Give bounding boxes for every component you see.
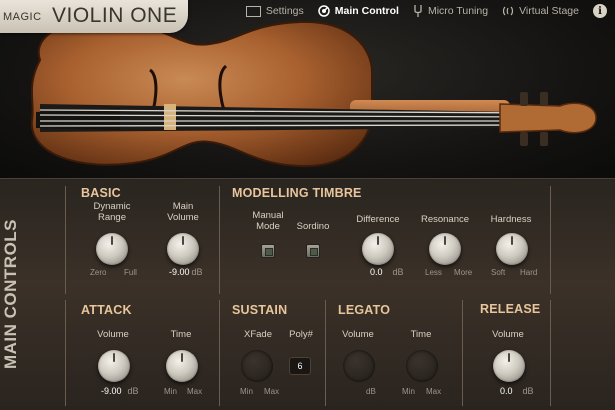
hardness-min: Soft xyxy=(491,268,506,277)
attack-title: ATTACK xyxy=(81,303,132,317)
legato-time-max: Max xyxy=(426,387,442,396)
release-volume-unit: dB xyxy=(522,386,534,396)
legato-time-knob[interactable] xyxy=(406,350,438,382)
dynamic-range-label: Dynamic Range xyxy=(93,201,131,223)
sordino-toggle[interactable] xyxy=(306,244,320,258)
sustain-title: SUSTAIN xyxy=(232,303,288,317)
separator xyxy=(65,300,66,406)
difference-label: Difference xyxy=(356,214,400,225)
dynamic-range-min: Zero xyxy=(90,268,107,277)
hardness-max: Hard xyxy=(520,268,538,277)
main-controls-side-label: MAIN CONTROLS xyxy=(0,178,22,410)
separator xyxy=(65,186,66,294)
xfade-max: Max xyxy=(264,387,280,396)
top-navigation: Settings Main Control Micro Tuning Virtu… xyxy=(232,0,615,22)
manual-mode-toggle[interactable] xyxy=(261,244,275,258)
dynamic-range-max: Full xyxy=(124,268,137,277)
attack-time-max: Max xyxy=(187,387,203,396)
nav-settings[interactable]: Settings xyxy=(245,5,304,17)
separator xyxy=(219,186,220,294)
attack-volume-value: -9.00 dB xyxy=(101,386,139,396)
main-volume-label: Main Volume xyxy=(167,201,199,223)
xfade-min: Min xyxy=(240,387,253,396)
logo-magic-text: MAGIC xyxy=(3,11,42,23)
sordino-label: Sordino xyxy=(296,221,330,232)
tuning-fork-icon xyxy=(414,5,422,17)
nav-micro-tuning[interactable]: Micro Tuning xyxy=(413,5,488,17)
poly-label: Poly# xyxy=(289,329,313,340)
main-control-icon xyxy=(318,5,330,17)
nav-main-control-label: Main Control xyxy=(334,5,399,17)
release-volume-knob[interactable] xyxy=(493,350,525,382)
main-volume-unit: dB xyxy=(191,267,203,277)
nav-virtual-stage[interactable]: Virtual Stage xyxy=(502,5,579,17)
main-controls-label: MAIN CONTROLS xyxy=(1,218,21,370)
separator xyxy=(550,300,551,406)
attack-volume-label: Volume xyxy=(97,329,129,340)
modelling-timbre-title: MODELLING TIMBRE xyxy=(232,186,362,200)
hardness-label: Hardness xyxy=(490,214,532,225)
release-volume-label: Volume xyxy=(492,329,524,340)
hardness-knob[interactable] xyxy=(496,233,528,265)
legato-time-min: Min xyxy=(402,387,415,396)
xfade-knob[interactable] xyxy=(241,350,273,382)
release-volume-value: 0.0 dB xyxy=(500,386,534,396)
resonance-min: Less xyxy=(425,268,442,277)
app-logo: MAGIC VIOLIN ONE xyxy=(0,0,188,33)
dynamic-range-knob[interactable] xyxy=(96,233,128,265)
main-volume-knob[interactable] xyxy=(167,233,199,265)
difference-knob[interactable] xyxy=(362,233,394,265)
legato-volume-unit: dB xyxy=(366,387,376,396)
nav-settings-label: Settings xyxy=(265,5,304,17)
release-volume-number: 0.0 xyxy=(500,386,513,396)
legato-time-label: Time xyxy=(410,329,432,340)
attack-volume-knob[interactable] xyxy=(98,350,130,382)
separator xyxy=(325,300,326,406)
legato-volume-label: Volume xyxy=(342,329,374,340)
logo-product-name: VIOLIN ONE xyxy=(52,4,178,27)
nav-micro-tuning-label: Micro Tuning xyxy=(427,5,489,17)
separator xyxy=(462,300,463,406)
main-volume-value: -9.00 dB xyxy=(169,267,203,277)
resonance-knob[interactable] xyxy=(429,233,461,265)
basic-title: BASIC xyxy=(81,186,121,200)
legato-volume-knob[interactable] xyxy=(343,350,375,382)
info-icon[interactable]: i xyxy=(593,4,607,18)
separator xyxy=(550,186,551,294)
separator xyxy=(219,300,220,406)
poly-count-field[interactable]: 6 xyxy=(289,357,311,375)
difference-unit: dB xyxy=(392,267,404,277)
main-volume-number: -9.00 xyxy=(169,267,190,277)
legato-title: LEGATO xyxy=(338,303,391,317)
attack-volume-unit: dB xyxy=(127,386,139,396)
manual-mode-label: Manual Mode xyxy=(252,210,284,232)
attack-volume-number: -9.00 xyxy=(101,386,122,396)
resonance-max: More xyxy=(454,268,473,277)
attack-time-min: Min xyxy=(164,387,177,396)
attack-time-label: Time xyxy=(170,329,192,340)
sound-waves-icon xyxy=(502,6,514,16)
resonance-label: Resonance xyxy=(420,214,470,225)
attack-time-knob[interactable] xyxy=(166,350,198,382)
xfade-label: XFade xyxy=(244,329,272,340)
nav-main-control[interactable]: Main Control xyxy=(318,5,399,17)
nav-virtual-stage-label: Virtual Stage xyxy=(519,5,579,17)
difference-value: 0.0 dB xyxy=(370,267,404,277)
settings-icon xyxy=(245,5,261,17)
difference-number: 0.0 xyxy=(370,267,383,277)
release-title: RELEASE xyxy=(480,302,541,316)
